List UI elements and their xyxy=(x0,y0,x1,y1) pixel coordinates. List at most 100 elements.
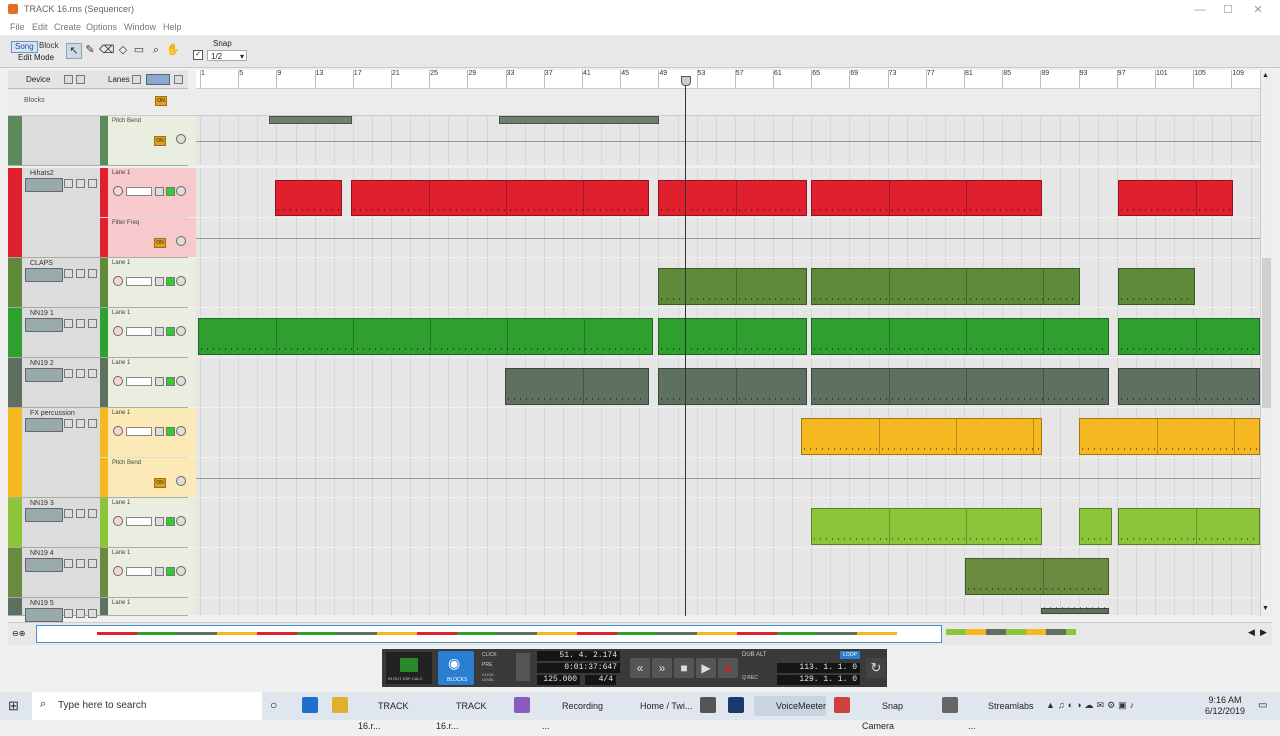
lane-device-select[interactable] xyxy=(126,567,152,576)
pattern-clip[interactable] xyxy=(811,318,1109,355)
lane-mute-button[interactable] xyxy=(155,427,164,436)
rewind-button[interactable]: « xyxy=(630,658,650,678)
overview-viewport[interactable] xyxy=(36,625,942,643)
stop-button[interactable]: ■ xyxy=(674,658,694,678)
menu-edit[interactable]: Edit xyxy=(32,22,48,32)
solo-button[interactable] xyxy=(76,509,85,518)
delete-lane-icon[interactable] xyxy=(176,276,186,286)
lane-mute-button[interactable] xyxy=(155,187,164,196)
pattern-clip[interactable] xyxy=(269,116,352,124)
lane-device-select[interactable] xyxy=(126,277,152,286)
taskbar-search-box[interactable]: ⌕ Type here to search xyxy=(32,692,262,720)
mute-button[interactable] xyxy=(64,369,73,378)
app-icon-red[interactable] xyxy=(834,697,850,713)
maximize-button[interactable]: ☐ xyxy=(1214,2,1242,18)
delete-lane-icon[interactable] xyxy=(176,236,186,246)
pattern-clip[interactable] xyxy=(1118,508,1260,545)
tempo-slider[interactable] xyxy=(516,653,530,681)
solo-button[interactable] xyxy=(76,179,85,188)
mute-button[interactable] xyxy=(64,559,73,568)
device-icon[interactable] xyxy=(25,268,63,282)
record-enable-icon[interactable] xyxy=(113,516,123,526)
pattern-clip[interactable] xyxy=(198,318,653,355)
pattern-clip[interactable] xyxy=(801,418,1042,455)
add-automation-button[interactable] xyxy=(146,74,170,85)
snap-value-select[interactable]: 1/2 ▾ xyxy=(207,50,247,61)
mute-button[interactable] xyxy=(64,319,73,328)
mute-button[interactable] xyxy=(64,609,73,618)
lane-mute-button[interactable] xyxy=(155,567,164,576)
pattern-clip[interactable] xyxy=(499,116,659,124)
record-enable-icon[interactable] xyxy=(113,426,123,436)
rec-arm-button[interactable] xyxy=(88,179,97,188)
rec-arm-button[interactable] xyxy=(88,609,97,618)
taskbar-chrome[interactable]: Home / Twi... xyxy=(620,696,694,716)
track-name[interactable]: NN19 3 xyxy=(30,500,54,507)
add-lane-button[interactable] xyxy=(132,75,141,84)
scroll-thumb[interactable] xyxy=(1262,258,1271,408)
song-mode-button[interactable]: Song xyxy=(11,41,38,53)
delete-lane-button[interactable] xyxy=(174,75,183,84)
position-time-display[interactable]: 0:01:37:647 xyxy=(537,663,620,673)
lane-mute-button[interactable] xyxy=(155,327,164,336)
device-icon[interactable] xyxy=(25,368,63,382)
pattern-clip[interactable] xyxy=(1079,418,1260,455)
pattern-clip[interactable] xyxy=(505,368,649,405)
taskbar-reason-2[interactable]: TRACK 16.r... xyxy=(436,696,504,731)
pattern-clip[interactable] xyxy=(1041,607,1109,614)
mute-button[interactable] xyxy=(64,269,73,278)
lane-device-select[interactable] xyxy=(126,187,152,196)
record-enable-icon[interactable] xyxy=(113,326,123,336)
loop-button[interactable]: LOOP xyxy=(840,651,860,659)
lane-mute-button[interactable] xyxy=(155,517,164,526)
app-icon-gray[interactable] xyxy=(942,697,958,713)
lane-row[interactable] xyxy=(196,408,1260,457)
rec-arm-button[interactable] xyxy=(88,269,97,278)
device-icon[interactable] xyxy=(25,558,63,572)
track-name[interactable]: NN19 4 xyxy=(30,550,54,557)
pattern-clip[interactable] xyxy=(658,268,807,305)
device-icon[interactable] xyxy=(25,508,63,522)
lane-row[interactable] xyxy=(196,308,1260,357)
pattern-clip[interactable] xyxy=(811,368,1109,405)
lane-row[interactable] xyxy=(196,258,1260,307)
pattern-clip[interactable] xyxy=(275,180,342,216)
pattern-clip[interactable] xyxy=(811,268,1080,305)
mute-button[interactable] xyxy=(64,419,73,428)
rec-arm-button[interactable] xyxy=(88,559,97,568)
lane-device-select[interactable] xyxy=(126,327,152,336)
mute-button[interactable] xyxy=(64,179,73,188)
block-mode-button[interactable]: Block xyxy=(36,41,62,51)
solo-button[interactable] xyxy=(76,269,85,278)
pattern-clip[interactable] xyxy=(1079,508,1112,545)
click-label[interactable]: CLICK xyxy=(482,652,497,658)
cortana-icon[interactable]: ○ xyxy=(270,698,277,712)
record-enable-icon[interactable] xyxy=(113,376,123,386)
lane-device-select[interactable] xyxy=(126,377,152,386)
pattern-clip[interactable] xyxy=(658,318,807,355)
menu-window[interactable]: Window xyxy=(124,22,156,32)
lane-row[interactable] xyxy=(196,218,1260,272)
delete-lane-icon[interactable] xyxy=(176,186,186,196)
lane-device-select[interactable] xyxy=(126,427,152,436)
pattern-clip[interactable] xyxy=(1118,368,1260,405)
mail-icon[interactable] xyxy=(700,697,716,713)
delete-lane-icon[interactable] xyxy=(176,426,186,436)
bar-ruler[interactable]: 1 5 9 13 17 21 25 29 33 37 41 45 49 53 57 61 65 69 73 77 81 8… xyxy=(196,70,1260,89)
taskbar-voicemeeter[interactable]: VoiceMeeter xyxy=(754,696,826,716)
track-name[interactable]: NN19 5 xyxy=(30,600,54,607)
arrow-tool-icon[interactable]: ↖ xyxy=(66,43,82,59)
pattern-clip[interactable] xyxy=(658,368,807,405)
lane-mute-button[interactable] xyxy=(155,377,164,386)
device-icon[interactable] xyxy=(25,178,63,192)
vertical-scrollbar[interactable]: ▲ ▼ xyxy=(1260,70,1273,616)
solo-button[interactable] xyxy=(76,609,85,618)
taskbar-streamlabs[interactable]: Streamlabs ... xyxy=(968,696,1042,731)
magnify-tool-icon[interactable]: ⌕ xyxy=(149,43,163,57)
lane-row[interactable] xyxy=(196,358,1260,407)
scroll-left-icon[interactable]: ◀ xyxy=(1248,627,1255,638)
left-locator-display[interactable]: 113. 1. 1. 0 xyxy=(777,663,860,673)
razor-tool-icon[interactable]: ◇ xyxy=(116,43,130,57)
delete-lane-icon[interactable] xyxy=(176,516,186,526)
mute-button[interactable] xyxy=(64,509,73,518)
